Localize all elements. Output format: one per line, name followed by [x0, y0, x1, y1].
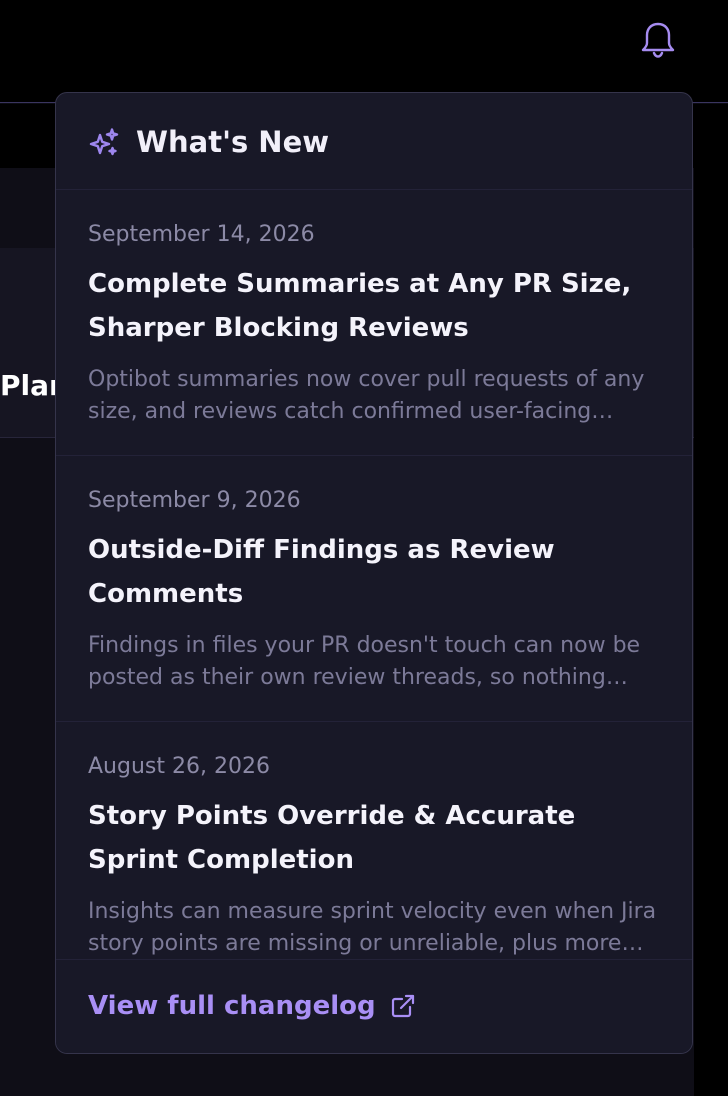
entry-date: September 9, 2026: [88, 488, 301, 513]
entry-title: Story Points Override & Accurate Sprint …: [88, 801, 576, 875]
changelog-entry[interactable]: September 14, 2026 Complete Summaries at…: [56, 190, 692, 456]
background-label: Plar: [0, 369, 63, 402]
entry-description: Optibot summaries now cover pull request…: [88, 367, 645, 424]
entry-title: Complete Summaries at Any PR Size, Sharp…: [88, 269, 632, 343]
entry-title: Outside-Diff Findings as Review Comments: [88, 535, 555, 609]
page-gutter: [694, 168, 728, 1096]
changelog-entry[interactable]: September 9, 2026 Outside-Diff Findings …: [56, 456, 692, 722]
sparkles-icon: [89, 128, 119, 156]
notifications-button[interactable]: [640, 20, 676, 60]
entry-date: August 26, 2026: [88, 754, 270, 779]
entry-description: Findings in files your PR doesn't touch …: [88, 633, 641, 690]
changelog-entry[interactable]: August 26, 2026 Story Points Override & …: [56, 722, 692, 959]
entry-date: September 14, 2026: [88, 222, 315, 247]
top-bar: [0, 0, 728, 103]
whats-new-title: What's New: [136, 125, 330, 159]
view-changelog-link[interactable]: View full changelog: [88, 986, 416, 1026]
whats-new-popover: What's New September 14, 2026 Complete S…: [55, 92, 693, 1054]
changelog-list: September 14, 2026 Complete Summaries at…: [56, 190, 692, 959]
entry-description: Insights can measure sprint velocity eve…: [88, 899, 657, 956]
whats-new-footer: View full changelog: [56, 959, 692, 1053]
bell-icon: [641, 22, 675, 58]
whats-new-header: What's New: [56, 93, 692, 190]
external-link-icon: [391, 994, 414, 1018]
view-changelog-label: View full changelog: [88, 991, 376, 1021]
